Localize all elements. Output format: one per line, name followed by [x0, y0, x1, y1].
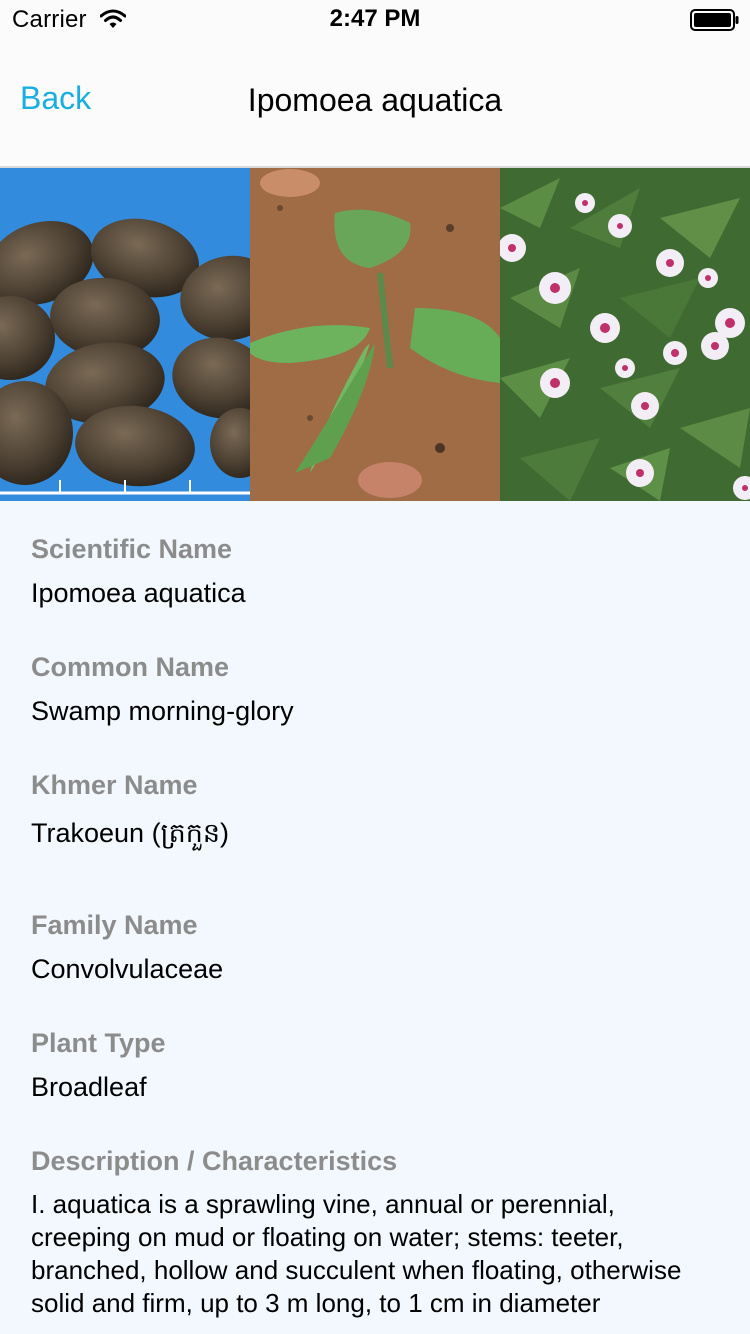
seeds-photo[interactable]	[0, 168, 250, 501]
seedling-photo[interactable]	[250, 168, 500, 501]
family-name-label: Family Name	[31, 910, 198, 940]
plant-type-section: Plant Type	[31, 1028, 166, 1059]
common-name-label: Common Name	[31, 652, 230, 682]
description-value: I. aquatica is a sprawling vine, annual …	[31, 1189, 682, 1318]
battery-icon	[690, 9, 740, 31]
description-label: Description / Characteristics	[31, 1146, 398, 1176]
family-name-section: Family Name	[31, 910, 198, 941]
navigation-bar: Back Ipomoea aquatica	[0, 40, 750, 168]
khmer-name-value: Trakoeun (ត្រកួន)	[31, 818, 230, 848]
khmer-name-section: Khmer Name	[31, 770, 198, 801]
page-title: Ipomoea aquatica	[247, 82, 503, 118]
plant-type-label: Plant Type	[31, 1028, 166, 1058]
status-bar: Carrier 2:47 PM	[0, 0, 750, 40]
khmer-name-label: Khmer Name	[31, 770, 198, 800]
photo-gallery	[0, 168, 750, 501]
flowering-plant-photo[interactable]	[500, 168, 750, 501]
status-time: 2:47 PM	[329, 5, 421, 32]
description-section: Description / Characteristics	[31, 1146, 397, 1177]
scientific-name-value: Ipomoea aquatica	[31, 578, 246, 608]
scientific-name-section: Scientific Name	[31, 534, 232, 565]
common-name-section: Common Name	[31, 652, 229, 683]
scientific-name-label: Scientific Name	[31, 534, 233, 564]
common-name-value: Swamp morning-glory	[31, 696, 294, 726]
plant-type-value: Broadleaf	[31, 1072, 147, 1102]
family-name-value: Convolvulaceae	[31, 954, 224, 984]
